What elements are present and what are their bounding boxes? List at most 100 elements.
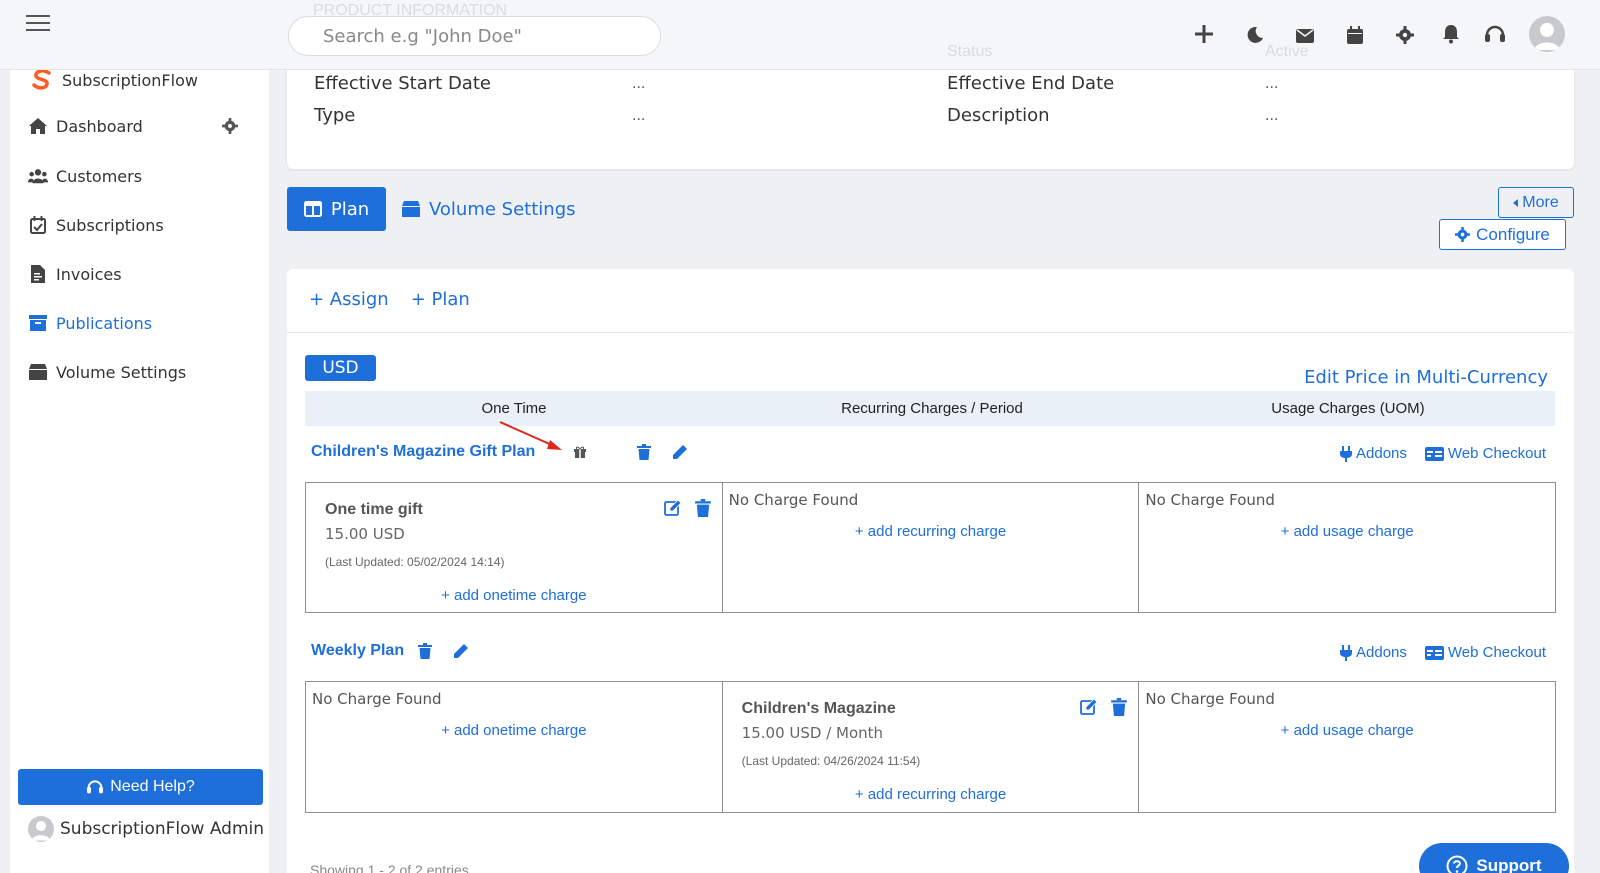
gear-icon [1455, 227, 1471, 242]
column-header-one-time: One Time [481, 400, 547, 417]
trash-icon[interactable] [635, 443, 653, 461]
effective-start-label: Effective Start Date [314, 73, 491, 94]
plug-icon [1340, 445, 1353, 462]
sidebar-item-invoices[interactable]: Invoices [28, 264, 122, 284]
onetime-cell: One time gift 15.00 USD (Last Updated: 0… [306, 483, 723, 612]
column-header-recurring: Recurring Charges / Period [841, 400, 1023, 417]
description-label: Description [947, 105, 1050, 126]
more-button[interactable]: More [1498, 187, 1574, 218]
users-icon [28, 166, 48, 186]
web-checkout-link[interactable]: Web Checkout [1424, 644, 1546, 661]
usage-cell: No Charge Found + add usage charge [1139, 682, 1555, 812]
charge-title: Children's Magazine [741, 700, 896, 717]
subscriptionflow-logo-icon [30, 68, 54, 92]
invoice-icon [28, 264, 48, 284]
add-recurring-charge-link[interactable]: + add recurring charge [723, 523, 1139, 540]
gear-icon[interactable] [1394, 24, 1416, 46]
headset-icon[interactable] [1484, 23, 1506, 45]
addons-label: Addons [1356, 644, 1407, 661]
sidebar-item-publications[interactable]: Publications [28, 313, 152, 333]
add-plan-link[interactable]: + Plan [411, 289, 470, 310]
sidebar-item-label: Volume Settings [56, 362, 187, 382]
web-checkout-link[interactable]: Web Checkout [1424, 445, 1546, 462]
admin-user[interactable]: SubscriptionFlow Admin [28, 816, 264, 842]
top-bar: PRODUCT INFORMATION Status Active Search… [0, 0, 1600, 70]
web-checkout-label: Web Checkout [1447, 644, 1546, 661]
add-onetime-charge-link[interactable]: + add onetime charge [306, 587, 722, 604]
plans-card: + Assign + Plan USD Edit Price in Multi-… [287, 269, 1574, 873]
charge-actions [1080, 698, 1128, 716]
edit-icon[interactable] [663, 499, 682, 517]
charge-actions [663, 499, 712, 517]
charge-price: 15.00 USD / Month [741, 724, 884, 742]
search-input[interactable]: Search e.g "John Doe" [288, 16, 661, 56]
need-help-label: Need Help? [110, 778, 195, 795]
type-label: Type [314, 105, 356, 126]
pencil-icon[interactable] [452, 642, 470, 660]
no-charge-found: No Charge Found [728, 491, 859, 509]
pencil-icon[interactable] [671, 443, 689, 461]
effective-start-value: ... [632, 75, 646, 92]
addons-link[interactable]: Addons [1340, 445, 1407, 462]
add-onetime-charge-link[interactable]: + add onetime charge [306, 722, 722, 739]
type-value: ... [632, 107, 646, 124]
description-value: ... [1265, 107, 1279, 124]
search-placeholder: Search e.g "John Doe" [323, 25, 522, 47]
edit-price-multi-currency-link[interactable]: Edit Price in Multi-Currency [1304, 367, 1548, 388]
moon-icon[interactable] [1244, 24, 1266, 46]
configure-button[interactable]: Configure [1439, 219, 1566, 250]
add-usage-charge-link[interactable]: + add usage charge [1139, 722, 1555, 739]
box-icon [28, 362, 48, 382]
sidebar-item-label: Dashboard [56, 116, 143, 136]
plus-icon[interactable] [1193, 23, 1215, 45]
headset-icon [86, 779, 104, 795]
trash-icon[interactable] [416, 642, 434, 660]
tab-plan-label: Plan [330, 198, 370, 220]
add-recurring-charge-link[interactable]: + add recurring charge [723, 786, 1139, 803]
tab-volume-settings-label: Volume Settings [429, 198, 576, 220]
divider [287, 332, 1574, 333]
sidebar-item-customers[interactable]: Customers [28, 166, 142, 186]
addons-label: Addons [1356, 445, 1407, 462]
card-actions: + Assign + Plan [309, 289, 470, 310]
sidebar-item-subscriptions[interactable]: Subscriptions [28, 215, 164, 235]
add-usage-charge-link[interactable]: + add usage charge [1139, 523, 1555, 540]
sidebar: SubscriptionFlow Dashboard Customers Sub… [10, 46, 269, 873]
charges-grid: No Charge Found + add onetime charge Chi… [305, 681, 1556, 813]
calendar-icon[interactable] [1344, 24, 1366, 46]
tab-plan[interactable]: Plan [287, 187, 386, 231]
support-button[interactable]: Support [1419, 843, 1569, 873]
trash-icon[interactable] [1110, 698, 1128, 716]
columns-icon [303, 201, 322, 217]
sidebar-item-label: Subscriptions [56, 215, 164, 235]
edit-icon[interactable] [1080, 698, 1098, 716]
charge-price: 15.00 USD [325, 525, 405, 543]
credit-card-icon [1424, 446, 1444, 461]
pagination-info: Showing 1 - 2 of 2 entries [310, 862, 469, 873]
onetime-cell: No Charge Found + add onetime charge [306, 682, 723, 812]
hamburger-menu-icon[interactable] [26, 14, 50, 32]
envelope-icon[interactable] [1294, 25, 1316, 47]
sidebar-item-dashboard[interactable]: Dashboard [28, 116, 143, 136]
effective-end-label: Effective End Date [947, 73, 1115, 94]
addons-link[interactable]: Addons [1340, 644, 1407, 661]
charge-last-updated: (Last Updated: 05/02/2024 14:14) [325, 555, 505, 569]
avatar [28, 816, 54, 842]
recurring-cell: Children's Magazine 15.00 USD / Month (L… [723, 682, 1140, 812]
sidebar-item-volume-settings[interactable]: Volume Settings [28, 362, 186, 382]
assign-link[interactable]: + Assign [309, 289, 389, 310]
tab-volume-settings[interactable]: Volume Settings [402, 187, 576, 231]
plan-name[interactable]: Weekly Plan [311, 642, 404, 660]
recurring-cell: No Charge Found + add recurring charge [723, 483, 1140, 612]
box-icon [402, 201, 420, 217]
trash-icon[interactable] [694, 499, 712, 517]
bell-icon[interactable] [1440, 23, 1462, 45]
calendar-check-icon [28, 215, 48, 235]
currency-tab-usd[interactable]: USD [305, 355, 376, 381]
brand-logo[interactable]: SubscriptionFlow [30, 68, 198, 92]
need-help-button[interactable]: Need Help? [18, 769, 263, 805]
gift-icon[interactable] [571, 443, 589, 461]
usage-cell: No Charge Found + add usage charge [1139, 483, 1555, 612]
dashboard-settings-gear-icon[interactable] [222, 118, 240, 136]
user-avatar[interactable] [1529, 16, 1565, 52]
